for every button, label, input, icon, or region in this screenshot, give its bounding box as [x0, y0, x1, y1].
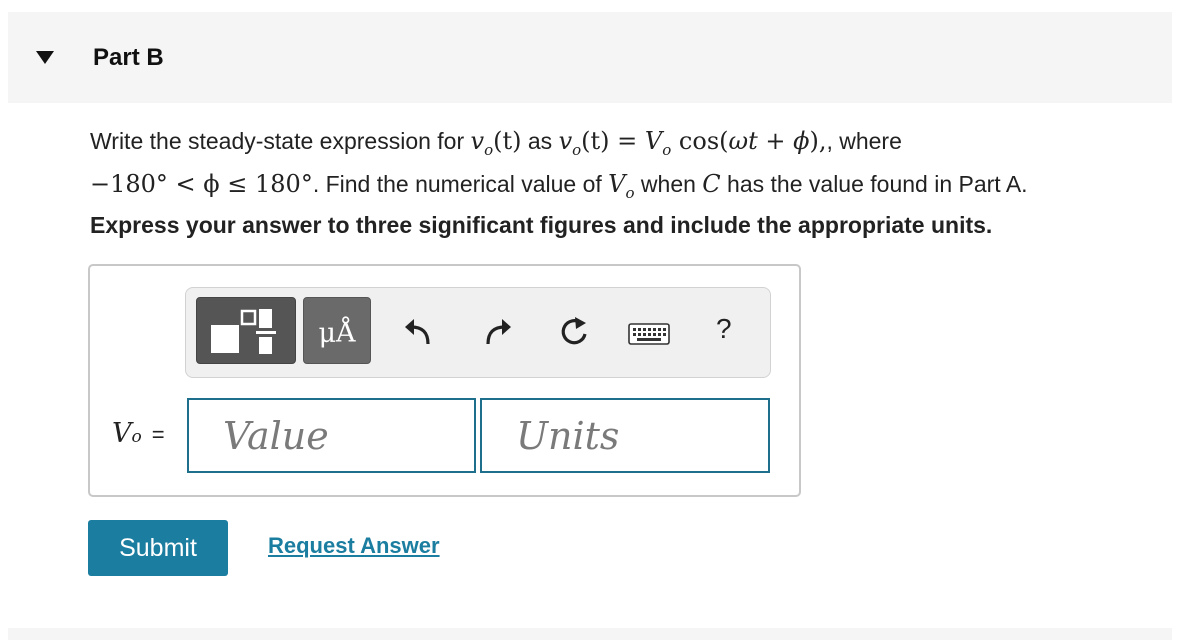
request-answer-link[interactable]: Request Answer [268, 533, 440, 559]
submit-button[interactable]: Submit [88, 520, 228, 576]
units-field[interactable] [480, 398, 770, 473]
math-Vo: Vo [608, 169, 635, 202]
math-C: C [702, 169, 721, 198]
part-header[interactable] [8, 12, 1172, 103]
help-button[interactable]: ? [716, 313, 732, 345]
redo-icon[interactable] [480, 314, 514, 353]
value-input[interactable] [189, 400, 474, 471]
caret-down-icon[interactable] [36, 51, 54, 64]
undo-icon[interactable] [402, 314, 436, 353]
next-part-strip [8, 628, 1172, 640]
part-title: Part B [93, 44, 164, 71]
prompt-text: has the value found in Part A. [720, 170, 1028, 197]
answer-instruction: Express your answer to three significant… [90, 212, 993, 238]
reset-icon[interactable] [556, 314, 592, 355]
prompt-text: . Find the numerical value of [312, 170, 609, 197]
units-button[interactable]: μÅ [303, 297, 371, 364]
units-input[interactable] [482, 400, 768, 471]
templates-icon[interactable] [196, 297, 296, 364]
math-vo-t: vo(t) [470, 127, 522, 159]
math-expression: vo(t) = Vo cos(ωt + ϕ), [558, 127, 827, 159]
question-prompt: Write the steady-state expression for vo… [90, 124, 1028, 210]
prompt-text: when [634, 170, 703, 197]
prompt-line-2: −180° < ϕ ≤ 180°. Find the numerical val… [90, 167, 1028, 210]
variable-label: Vo = [112, 418, 165, 449]
keyboard-icon[interactable] [628, 322, 670, 351]
phase-range: −180° < ϕ ≤ 180° [90, 169, 313, 198]
prompt-text: Write the steady-state expression for [90, 128, 471, 154]
prompt-line-1: Write the steady-state expression for vo… [90, 124, 1028, 167]
prompt-text: as [521, 128, 559, 154]
prompt-text: , where [826, 128, 902, 154]
value-field[interactable] [187, 398, 476, 473]
